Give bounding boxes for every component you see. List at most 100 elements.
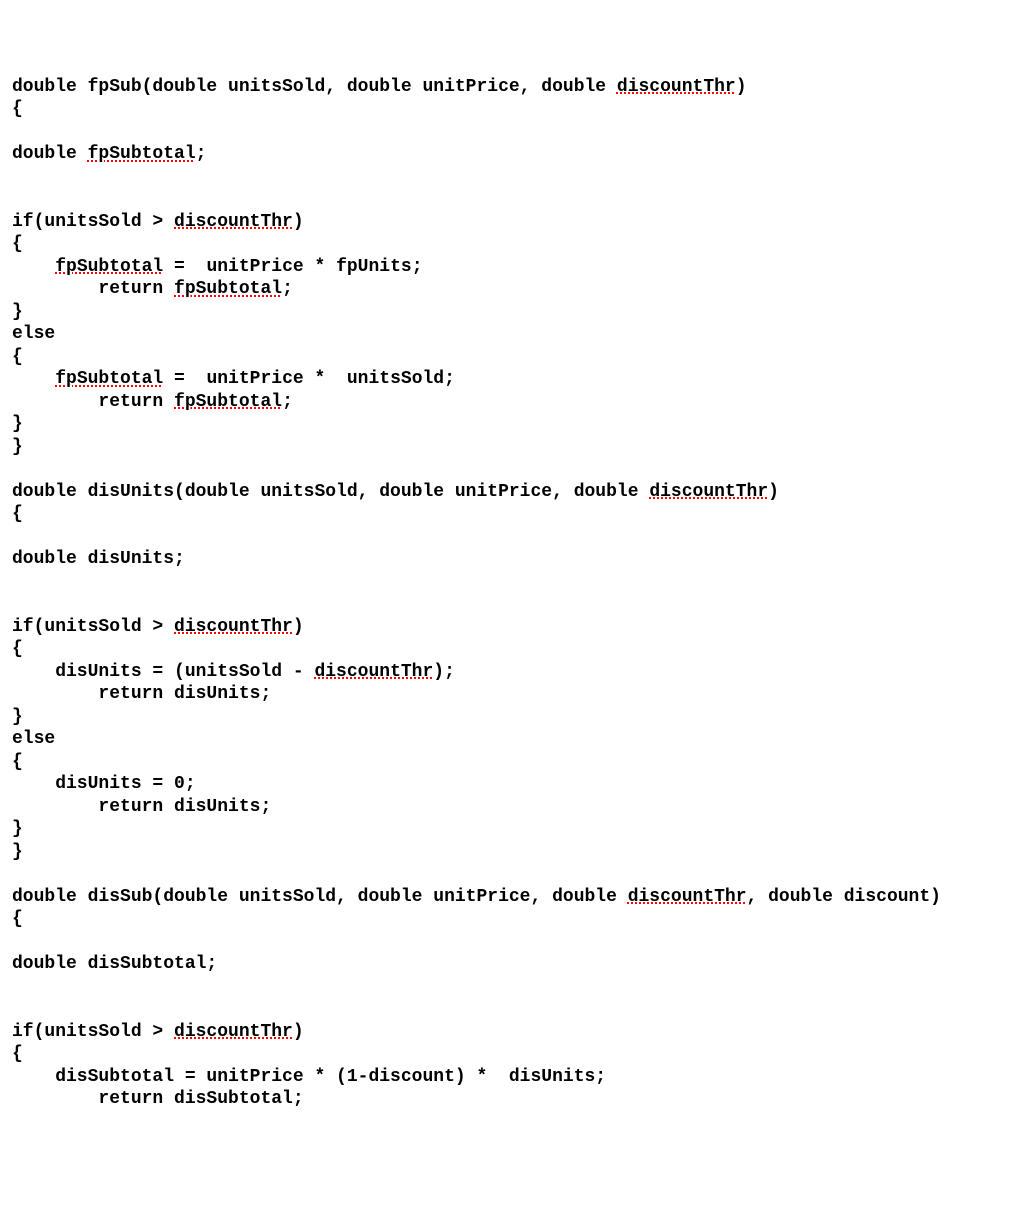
code-token: double disSubtotal; <box>12 954 217 974</box>
code-token: double <box>12 144 88 164</box>
spellcheck-error-token: discountThr <box>174 212 293 232</box>
code-line: if(unitsSold > discountThr) <box>12 211 1012 234</box>
code-token: return disUnits; <box>12 684 271 704</box>
code-line: return disUnits; <box>12 683 1012 706</box>
code-line <box>12 121 1012 144</box>
code-token: ; <box>282 279 293 299</box>
code-block: double fpSub(double unitsSold, double un… <box>12 76 1012 1111</box>
code-token: { <box>12 1044 23 1064</box>
code-line: else <box>12 323 1012 346</box>
code-line <box>12 526 1012 549</box>
code-token: { <box>12 347 23 367</box>
code-token: } <box>12 302 23 322</box>
spellcheck-error-token: discountThr <box>314 662 433 682</box>
code-line: double disUnits; <box>12 548 1012 571</box>
code-line: fpSubtotal = unitPrice * fpUnits; <box>12 256 1012 279</box>
spellcheck-error-token: fpSubtotal <box>88 144 196 164</box>
code-line: { <box>12 908 1012 931</box>
code-token: ) <box>768 482 779 502</box>
code-token: } <box>12 707 23 727</box>
code-token: { <box>12 639 23 659</box>
code-token: ) <box>293 212 304 232</box>
code-line: } <box>12 436 1012 459</box>
code-token: double disUnits; <box>12 549 185 569</box>
code-line: else <box>12 728 1012 751</box>
code-line: double fpSubtotal; <box>12 143 1012 166</box>
spellcheck-error-token: fpSubtotal <box>55 369 163 389</box>
code-token: } <box>12 842 23 862</box>
code-line <box>12 571 1012 594</box>
code-line <box>12 188 1012 211</box>
code-token: { <box>12 752 23 772</box>
code-token: ) <box>293 617 304 637</box>
code-token: ) <box>736 77 747 97</box>
code-token: return disSubtotal; <box>12 1089 304 1109</box>
code-line <box>12 976 1012 999</box>
code-token: ; <box>282 392 293 412</box>
code-line: { <box>12 346 1012 369</box>
spellcheck-error-token: fpSubtotal <box>55 257 163 277</box>
code-token: disUnits = (unitsSold - <box>12 662 314 682</box>
code-token: if(unitsSold > <box>12 617 174 637</box>
spellcheck-error-token: discountThr <box>628 887 747 907</box>
code-line: disUnits = (unitsSold - discountThr); <box>12 661 1012 684</box>
code-line <box>12 458 1012 481</box>
code-line: double fpSub(double unitsSold, double un… <box>12 76 1012 99</box>
spellcheck-error-token: fpSubtotal <box>174 392 282 412</box>
code-token: double fpSub(double unitsSold, double un… <box>12 77 617 97</box>
code-token: { <box>12 234 23 254</box>
code-line: } <box>12 818 1012 841</box>
code-line: double disSub(double unitsSold, double u… <box>12 886 1012 909</box>
code-line: { <box>12 98 1012 121</box>
code-token <box>12 369 55 389</box>
code-token: disUnits = 0; <box>12 774 196 794</box>
code-line: { <box>12 503 1012 526</box>
code-token: else <box>12 729 55 749</box>
code-line: if(unitsSold > discountThr) <box>12 1021 1012 1044</box>
code-token: if(unitsSold > <box>12 1022 174 1042</box>
code-token: double disUnits(double unitsSold, double… <box>12 482 649 502</box>
code-line: double disSubtotal; <box>12 953 1012 976</box>
code-token: ; <box>196 144 207 164</box>
code-token: else <box>12 324 55 344</box>
code-token <box>12 257 55 277</box>
code-line <box>12 863 1012 886</box>
code-token: return <box>12 392 174 412</box>
code-line: } <box>12 706 1012 729</box>
code-line: disSubtotal = unitPrice * (1-discount) *… <box>12 1066 1012 1089</box>
code-token: disSubtotal = unitPrice * (1-discount) *… <box>12 1067 606 1087</box>
code-line <box>12 931 1012 954</box>
code-token: , double discount) <box>747 887 941 907</box>
spellcheck-error-token: discountThr <box>174 617 293 637</box>
code-line: return disSubtotal; <box>12 1088 1012 1111</box>
code-token: ) <box>293 1022 304 1042</box>
code-token: } <box>12 414 23 434</box>
code-line: { <box>12 638 1012 661</box>
code-token: = unitPrice * unitsSold; <box>163 369 455 389</box>
code-token: if(unitsSold > <box>12 212 174 232</box>
spellcheck-error-token: discountThr <box>617 77 736 97</box>
code-line <box>12 166 1012 189</box>
code-token: { <box>12 504 23 524</box>
code-line: { <box>12 751 1012 774</box>
code-token: { <box>12 99 23 119</box>
code-line: } <box>12 413 1012 436</box>
code-line: disUnits = 0; <box>12 773 1012 796</box>
code-token: return disUnits; <box>12 797 271 817</box>
code-line: return disUnits; <box>12 796 1012 819</box>
code-line: fpSubtotal = unitPrice * unitsSold; <box>12 368 1012 391</box>
code-token: ); <box>433 662 455 682</box>
code-line: return fpSubtotal; <box>12 278 1012 301</box>
code-line: double disUnits(double unitsSold, double… <box>12 481 1012 504</box>
code-line: { <box>12 233 1012 256</box>
code-token: = unitPrice * fpUnits; <box>163 257 422 277</box>
code-line: } <box>12 301 1012 324</box>
code-line: if(unitsSold > discountThr) <box>12 616 1012 639</box>
code-line <box>12 998 1012 1021</box>
code-token: return <box>12 279 174 299</box>
spellcheck-error-token: discountThr <box>649 482 768 502</box>
spellcheck-error-token: discountThr <box>174 1022 293 1042</box>
code-token: double disSub(double unitsSold, double u… <box>12 887 628 907</box>
code-line: { <box>12 1043 1012 1066</box>
code-line: } <box>12 841 1012 864</box>
